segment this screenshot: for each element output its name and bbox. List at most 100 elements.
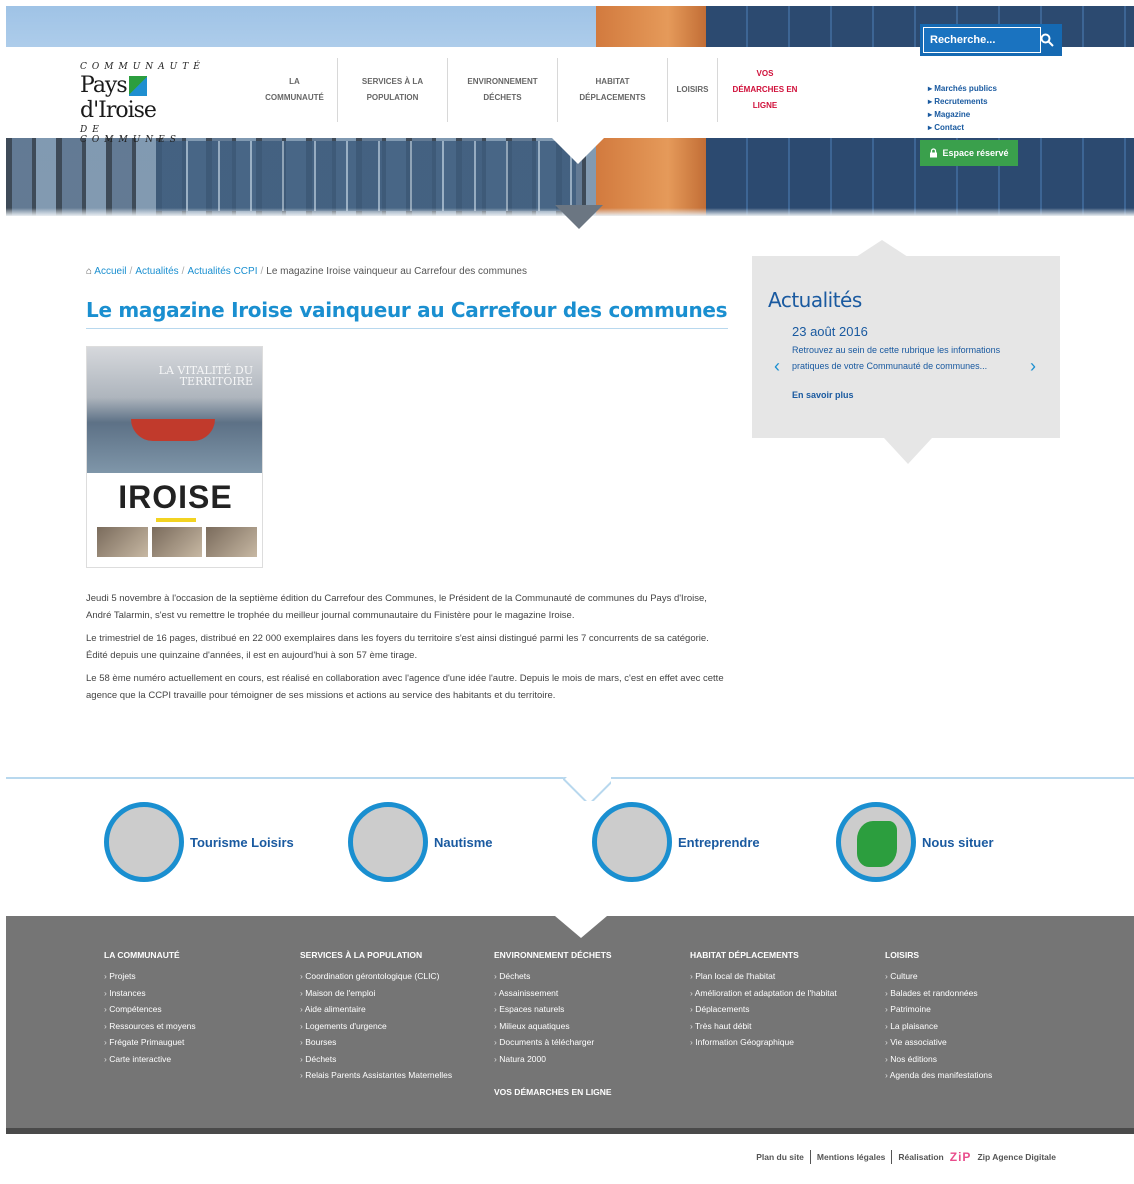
news-heading: Actualités: [768, 288, 862, 312]
logo-line2: Paysd'Iroise: [80, 73, 157, 123]
article-body: Jeudi 5 novembre à l'occasion de la sept…: [86, 590, 726, 710]
footer-col-environnement: ENVIRONNEMENT DÉCHETS Déchets Assainisse…: [494, 950, 674, 1105]
search-icon[interactable]: [1040, 33, 1054, 47]
footer-link[interactable]: Information Géographique: [690, 1034, 870, 1051]
search-box: [920, 24, 1062, 56]
nav-item-communaute[interactable]: LA COMMUNAUTÉ: [252, 58, 338, 122]
footer-link[interactable]: Assainissement: [494, 985, 674, 1002]
main-nav: LA COMMUNAUTÉ SERVICES À LA POPULATION E…: [252, 58, 812, 122]
footer-link[interactable]: Compétences: [104, 1001, 284, 1018]
footer-link[interactable]: Aide alimentaire: [300, 1001, 480, 1018]
footer-link[interactable]: Espaces naturels: [494, 1001, 674, 1018]
tile-label: Entreprendre: [678, 834, 760, 850]
footer-link[interactable]: Déchets: [300, 1051, 480, 1068]
logo-mark-icon: [128, 76, 147, 96]
tile-label: Nous situer: [922, 834, 994, 850]
footer-link[interactable]: Ressources et moyens: [104, 1018, 284, 1035]
espace-reserve-button[interactable]: Espace réservé: [920, 140, 1018, 166]
footer-heading[interactable]: LOISIRS: [885, 950, 1065, 960]
footer-link[interactable]: Nos éditions: [885, 1051, 1065, 1068]
tile-nous-situer[interactable]: Nous situer: [836, 802, 994, 882]
tile-label: Tourisme Loisirs: [190, 834, 294, 850]
espace-reserve-label: Espace réservé: [942, 148, 1009, 158]
breadcrumb-current: Le magazine Iroise vainqueur au Carrefou…: [266, 266, 527, 277]
footer-link[interactable]: Culture: [885, 968, 1065, 985]
agency-link[interactable]: Zip Agence Digitale: [977, 1152, 1056, 1162]
realisation-label: Réalisation: [898, 1152, 944, 1162]
news-more-link[interactable]: En savoir plus: [792, 390, 854, 400]
footer-col-communaute: LA COMMUNAUTÉ Projets Instances Compéten…: [104, 950, 284, 1067]
footer-link[interactable]: Milieux aquatiques: [494, 1018, 674, 1035]
nav-item-services[interactable]: SERVICES À LA POPULATION: [338, 58, 448, 122]
top-links: Marchés publics Recrutements Magazine Co…: [928, 82, 997, 134]
sitemap-link[interactable]: Plan du site: [756, 1152, 804, 1162]
page: COMMUNAUTÉ Paysd'Iroise DE COMMUNES LA C…: [0, 0, 1134, 1184]
footer-link[interactable]: Instances: [104, 985, 284, 1002]
nav-item-habitat[interactable]: HABITAT DÉPLACEMENTS: [558, 58, 668, 122]
search-input[interactable]: [923, 27, 1041, 53]
footer-link[interactable]: Très haut débit: [690, 1018, 870, 1035]
news-box: Actualités ‹ 23 août 2016 Retrouvez au s…: [752, 256, 1060, 438]
top-link-recrutements[interactable]: Recrutements: [928, 95, 997, 108]
nautisme-image: [348, 802, 428, 882]
nav-item-environnement[interactable]: ENVIRONNEMENT DÉCHETS: [448, 58, 558, 122]
cover-brand: IROISE: [87, 479, 262, 522]
top-link-magazine[interactable]: Magazine: [928, 108, 997, 121]
footer-link[interactable]: Patrimoine: [885, 1001, 1065, 1018]
article-paragraph: Jeudi 5 novembre à l'occasion de la sept…: [86, 593, 707, 621]
footer-heading[interactable]: ENVIRONNEMENT DÉCHETS: [494, 950, 674, 960]
page-title: Le magazine Iroise vainqueur au Carrefou…: [86, 298, 728, 329]
cover-photo-title: LA VITALITÉ DU TERRITOIRE: [158, 364, 253, 388]
breadcrumb-actualites[interactable]: Actualités: [135, 266, 178, 277]
footer-link[interactable]: Amélioration et adaptation de l'habitat: [690, 985, 870, 1002]
footer-heading[interactable]: HABITAT DÉPLACEMENTS: [690, 950, 870, 960]
footer-link[interactable]: Carte interactive: [104, 1051, 284, 1068]
tile-tourisme[interactable]: Tourisme Loisirs: [104, 802, 294, 882]
header-notch: [552, 138, 604, 164]
logo-line1: COMMUNAUTÉ: [80, 62, 205, 72]
breadcrumb-actualites-ccpi[interactable]: Actualités CCPI: [187, 266, 257, 277]
logo[interactable]: COMMUNAUTÉ Paysd'Iroise DE COMMUNES: [80, 62, 210, 145]
footer-link[interactable]: Vie associative: [885, 1034, 1065, 1051]
article-paragraph: Le trimestriel de 16 pages, distribué en…: [86, 633, 709, 661]
footer-link[interactable]: Frégate Primauguet: [104, 1034, 284, 1051]
mentions-link[interactable]: Mentions légales: [817, 1152, 886, 1162]
hero-notch: [555, 205, 603, 229]
footer-link[interactable]: Natura 2000: [494, 1051, 674, 1068]
footer-col-services: SERVICES À LA POPULATION Coordination gé…: [300, 950, 480, 1084]
breadcrumb-home[interactable]: Accueil: [94, 266, 126, 277]
home-icon: ⌂: [86, 266, 93, 277]
footer-link[interactable]: Déplacements: [690, 1001, 870, 1018]
entreprendre-image: [592, 802, 672, 882]
footer-link[interactable]: Balades et randonnées: [885, 985, 1065, 1002]
footer-link[interactable]: Agenda des manifestations: [885, 1067, 1065, 1084]
news-prev-arrow-icon[interactable]: ‹: [774, 356, 780, 377]
tile-nautisme[interactable]: Nautisme: [348, 802, 493, 882]
nav-item-loisirs[interactable]: LOISIRS: [668, 58, 718, 122]
magazine-cover-image: LA VITALITÉ DU TERRITOIRE IROISE: [86, 346, 263, 568]
nav-item-demarches[interactable]: VOS DÉMARCHES EN LIGNE: [718, 58, 812, 122]
footer-link[interactable]: Bourses: [300, 1034, 480, 1051]
tourisme-image: [104, 802, 184, 882]
footer-heading[interactable]: SERVICES À LA POPULATION: [300, 950, 480, 960]
footer-link[interactable]: Coordination gérontologique (CLIC): [300, 968, 480, 985]
top-link-marches[interactable]: Marchés publics: [928, 82, 997, 95]
footer-heading-demarches[interactable]: VOS DÉMARCHES EN LIGNE: [494, 1087, 674, 1097]
footer-heading[interactable]: LA COMMUNAUTÉ: [104, 950, 284, 960]
lock-icon: [930, 148, 938, 158]
breadcrumb: ⌂ Accueil / Actualités / Actualités CCPI / Le …: [86, 266, 527, 277]
legal-links: Plan du site Mentions légales Réalisatio…: [756, 1150, 1056, 1164]
footer-link[interactable]: Relais Parents Assistantes Maternelles: [300, 1067, 480, 1084]
top-link-contact[interactable]: Contact: [928, 121, 997, 134]
zip-logo[interactable]: ZiP: [950, 1150, 972, 1164]
footer-link[interactable]: Déchets: [494, 968, 674, 985]
footer-link[interactable]: Logements d'urgence: [300, 1018, 480, 1035]
footer-link[interactable]: Projets: [104, 968, 284, 985]
footer-link[interactable]: Plan local de l'habitat: [690, 968, 870, 985]
footer-link[interactable]: La plaisance: [885, 1018, 1065, 1035]
footer-link[interactable]: Documents à télécharger: [494, 1034, 674, 1051]
news-next-arrow-icon[interactable]: ›: [1030, 356, 1036, 377]
map-icon: [836, 802, 916, 882]
tile-entreprendre[interactable]: Entreprendre: [592, 802, 760, 882]
footer-link[interactable]: Maison de l'emploi: [300, 985, 480, 1002]
